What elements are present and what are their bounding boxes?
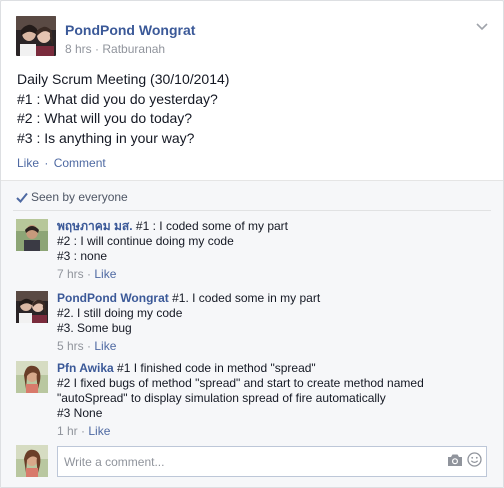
- comment-line: #1 I finished code in method "spread": [117, 361, 316, 375]
- comment-body: พฤษภาคม มส. #1 : I coded some of my part…: [57, 219, 491, 264]
- seen-divider: [13, 210, 491, 211]
- comment-line: #3. Some bug: [57, 321, 132, 335]
- commenter-name[interactable]: PondPond Wongrat: [57, 291, 169, 305]
- action-separator: ·: [44, 156, 49, 170]
- post-actions: Like · Comment: [17, 156, 106, 170]
- comment-timestamp[interactable]: 1 hr: [57, 424, 78, 438]
- comment-line: #3 None: [57, 406, 103, 420]
- feedback-section: Seen by everyone พฤษภาคม มส. #1 : I code…: [1, 181, 503, 487]
- camera-icon[interactable]: [447, 453, 463, 467]
- comment-line: #2 : I will continue doing my code: [57, 234, 234, 248]
- post-location[interactable]: Ratburanah: [102, 42, 165, 56]
- author-avatar[interactable]: [16, 16, 56, 56]
- comment-body: PondPond Wongrat #1. I coded some in my …: [57, 291, 491, 336]
- seen-by-label: Seen by everyone: [31, 190, 128, 204]
- smiley-icon[interactable]: [467, 452, 482, 467]
- meta-separator: ·: [95, 42, 100, 56]
- comment-meta: 1 hr · Like: [57, 424, 110, 438]
- seen-by: Seen by everyone: [16, 190, 128, 204]
- comment-like-button[interactable]: Like: [88, 424, 110, 438]
- comment-body: Pfn Awika #1 I finished code in method "…: [57, 361, 491, 421]
- post-author-name[interactable]: PondPond Wongrat: [65, 22, 195, 38]
- comment-input[interactable]: Write a comment...: [57, 446, 487, 477]
- post-line: #2 : What will you do today?: [17, 110, 193, 126]
- comment-meta: 7 hrs · Like: [57, 267, 116, 281]
- comment-item: Pfn Awika #1 I finished code in method "…: [16, 361, 491, 439]
- comment-meta: 5 hrs · Like: [57, 339, 116, 353]
- commenter-avatar[interactable]: [16, 291, 48, 323]
- comment-like-button[interactable]: Like: [94, 267, 116, 281]
- comment-line: #2. I still doing my code: [57, 306, 183, 320]
- comment-line: #1. I coded some in my part: [172, 291, 321, 305]
- comment-composer: Write a comment...: [16, 445, 491, 477]
- comment-timestamp[interactable]: 5 hrs: [57, 339, 84, 353]
- comment-line: #1 : I coded some of my part: [135, 219, 288, 233]
- comment-timestamp[interactable]: 7 hrs: [57, 267, 84, 281]
- post-line: #1 : What did you do yesterday?: [17, 90, 218, 107]
- post-header: PondPond Wongrat 8 hrs · Ratburanah: [16, 16, 491, 60]
- comment-item: พฤษภาคม มส. #1 : I coded some of my part…: [16, 219, 491, 281]
- post-line: Daily Scrum Meeting (30/10/2014): [17, 71, 230, 87]
- commenter-avatar[interactable]: [16, 219, 48, 251]
- comment-button[interactable]: Comment: [54, 156, 106, 170]
- chevron-down-icon[interactable]: [475, 20, 489, 34]
- checkmark-icon: [16, 192, 28, 203]
- commenter-name[interactable]: พฤษภาคม มส.: [57, 219, 133, 233]
- post-timestamp[interactable]: 8 hrs: [65, 42, 92, 56]
- commenter-avatar[interactable]: [16, 361, 48, 393]
- commenter-name[interactable]: Pfn Awika: [57, 361, 114, 375]
- post-line: #3 : Is anything in your way?: [17, 129, 195, 146]
- comment-input-placeholder: Write a comment...: [64, 455, 165, 469]
- post-body: Daily Scrum Meeting (30/10/2014) #1 : Wh…: [17, 70, 491, 148]
- viewer-avatar[interactable]: [16, 445, 48, 477]
- post-card: PondPond Wongrat 8 hrs · Ratburanah Dail…: [0, 0, 504, 488]
- comment-item: PondPond Wongrat #1. I coded some in my …: [16, 291, 491, 353]
- comment-like-button[interactable]: Like: [94, 339, 116, 353]
- comment-line: #2 I fixed bugs of method "spread" and s…: [57, 376, 424, 405]
- post-meta: 8 hrs · Ratburanah: [65, 42, 165, 56]
- like-button[interactable]: Like: [17, 156, 39, 170]
- comment-line: #3 : none: [57, 249, 108, 263]
